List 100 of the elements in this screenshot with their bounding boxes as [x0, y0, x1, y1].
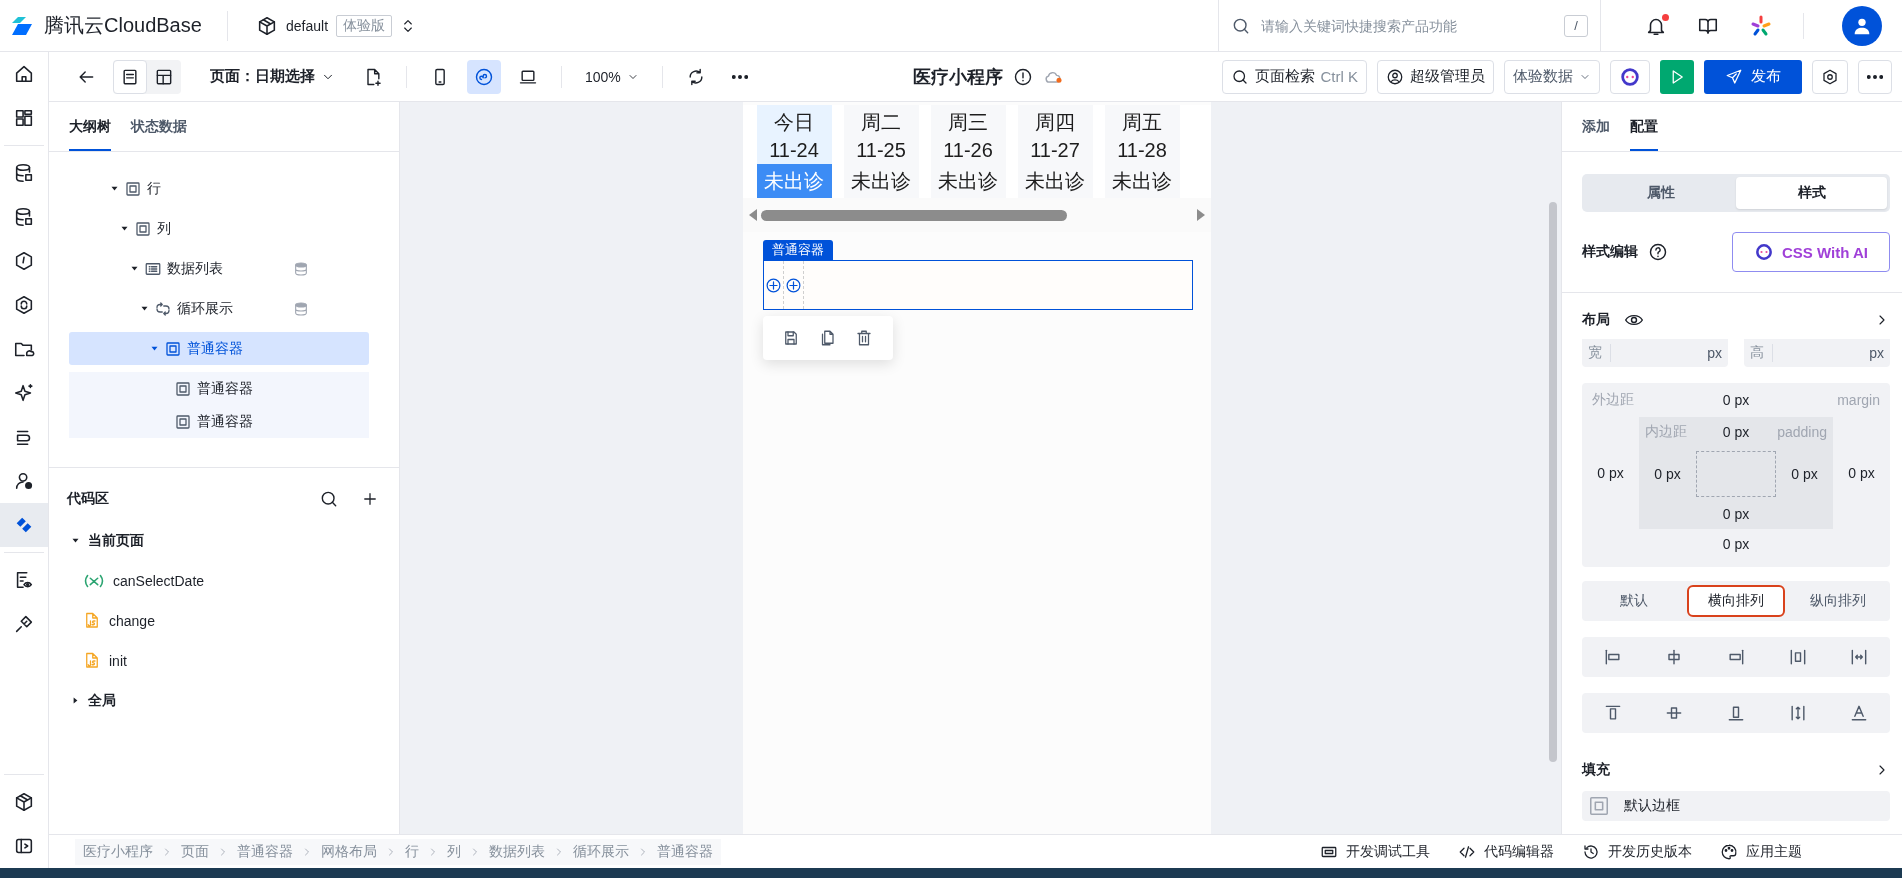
js-file-icon: [83, 610, 101, 631]
page-selector[interactable]: 页面：日期选择: [191, 59, 346, 94]
caret-right-icon: [71, 696, 80, 705]
mode-tab[interactable]: 属性: [1585, 177, 1736, 209]
view-mode-button[interactable]: [113, 59, 147, 94]
box-label: 外边距: [1592, 391, 1635, 409]
border-option[interactable]: 默认边框: [1582, 791, 1890, 821]
value-field[interactable]: 0 px: [1791, 466, 1818, 482]
tree-item[interactable]: 普通容器: [69, 372, 369, 405]
add-circle-icon[interactable]: [764, 276, 782, 294]
date-card[interactable]: 周三 11-26 未出诊: [930, 105, 1006, 198]
box-label: 内边距: [1645, 423, 1688, 441]
value-field[interactable]: 0 px: [1722, 506, 1750, 522]
size-field[interactable]: 宽 px: [1582, 339, 1728, 367]
css-ai-button[interactable]: CSS With AI: [1732, 232, 1890, 272]
scroll-left-icon[interactable]: [748, 209, 757, 221]
arrange-option[interactable]: 纵向排列: [1789, 585, 1886, 617]
grid-icon: [13, 107, 35, 129]
robot-icon: [1754, 242, 1774, 262]
vertical-scrollbar[interactable]: [1549, 202, 1557, 762]
panel-tab[interactable]: 添加: [1582, 118, 1610, 151]
code-item[interactable]: canSelectDate: [67, 564, 379, 597]
code-group[interactable]: 全局: [67, 684, 379, 717]
mini-program-icon: [474, 66, 494, 87]
trash-icon[interactable]: [855, 329, 874, 347]
ai-assistant-button[interactable]: [1610, 59, 1650, 94]
caret-down-icon: [129, 264, 139, 273]
avatar[interactable]: [1842, 5, 1882, 46]
search-icon: [1230, 67, 1249, 86]
add-circle-icon[interactable]: [784, 276, 802, 294]
hexagon-icon: [13, 250, 35, 272]
tree-item[interactable]: 普通容器: [69, 405, 369, 438]
hexagon-icon: [1821, 67, 1839, 86]
container-icon: [174, 379, 192, 398]
section-title: 代码区: [67, 490, 110, 508]
mode-tab[interactable]: 样式: [1736, 177, 1887, 209]
settings-button[interactable]: [1812, 59, 1848, 94]
env-name[interactable]: default: [286, 17, 329, 34]
code-item[interactable]: change: [67, 604, 379, 637]
plus-icon[interactable]: [361, 490, 379, 508]
bottom-tool-button[interactable]: 代码编辑器: [1458, 842, 1554, 861]
panel-tab[interactable]: 大纲树: [69, 118, 111, 151]
role-button[interactable]: 超级管理员: [1377, 59, 1494, 94]
data-source-dropdown[interactable]: 体验数据: [1504, 59, 1600, 94]
publish-button[interactable]: 发布: [1704, 59, 1802, 94]
container-icon: [174, 412, 192, 431]
history-icon: [1582, 842, 1600, 861]
user-icon: [13, 470, 35, 492]
arrange-option[interactable]: 横向排列: [1686, 585, 1786, 617]
bottom-tool-button[interactable]: 应用主题: [1720, 842, 1802, 861]
date-card[interactable]: 今日 11-24 未出诊: [756, 105, 832, 198]
page-search-button[interactable]: 页面检索 Ctrl K: [1221, 59, 1367, 94]
tree-item[interactable]: 循环展示: [69, 292, 369, 325]
app-title: 医疗小程序: [913, 65, 1004, 89]
search-field[interactable]: 请输入关键词快捷搜索产品功能: [1259, 16, 1556, 35]
selected-container[interactable]: [762, 260, 1193, 310]
box-hint: margin: [1836, 392, 1880, 408]
value-field[interactable]: 0 px: [1722, 536, 1750, 552]
colorful-star-icon[interactable]: [1749, 13, 1773, 38]
info-icon[interactable]: [1013, 66, 1034, 87]
database-icon: [13, 206, 35, 228]
cube-icon: [256, 14, 278, 37]
date-card[interactable]: 周五 11-28 未出诊: [1104, 105, 1180, 198]
value-field[interactable]: 0 px: [1848, 465, 1875, 481]
shortcut-key: /: [1564, 14, 1588, 37]
brand-name: 腾讯云CloudBase: [44, 13, 202, 38]
bell-icon[interactable]: [1645, 14, 1667, 37]
value-field[interactable]: 0 px: [1722, 392, 1750, 408]
send-icon: [1725, 67, 1743, 86]
code-item[interactable]: init: [67, 644, 379, 677]
caret-down-icon: [71, 536, 80, 545]
value-field[interactable]: 0 px: [1597, 465, 1624, 481]
align-bottom-icon[interactable]: [1726, 703, 1746, 723]
tree-item[interactable]: 普通容器: [69, 332, 369, 365]
more-button[interactable]: [1858, 59, 1892, 94]
date-card[interactable]: 周四 11-27 未出诊: [1017, 105, 1093, 198]
help-icon[interactable]: [1648, 242, 1668, 262]
scroll-right-icon[interactable]: [1196, 209, 1205, 221]
caret-down-icon: [119, 224, 129, 233]
size-field[interactable]: 高 px: [1744, 339, 1890, 367]
bottom-tool-button[interactable]: 开发调试工具: [1320, 842, 1430, 861]
tree-item[interactable]: 数据列表: [69, 252, 369, 285]
preview-button[interactable]: [1660, 59, 1694, 94]
bottom-tool-button[interactable]: 开发历史版本: [1582, 842, 1692, 861]
container-icon: [124, 179, 142, 198]
date-card[interactable]: 周二 11-25 未出诊: [843, 105, 919, 198]
zoom-selector[interactable]: 100%: [578, 59, 646, 94]
arrange-option[interactable]: 默认: [1586, 585, 1683, 617]
panel-tab[interactable]: 状态数据: [131, 118, 187, 151]
tree-item[interactable]: 行: [69, 172, 369, 205]
device-button[interactable]: [467, 59, 501, 94]
sparkle-icon: [13, 382, 35, 404]
align-right-icon[interactable]: [1726, 647, 1746, 667]
value-field[interactable]: 0 px: [1722, 424, 1750, 440]
tree-item[interactable]: 列: [69, 212, 369, 245]
value-field[interactable]: 0 px: [1654, 466, 1681, 482]
code-group[interactable]: 当前页面: [67, 524, 379, 557]
user-circle-icon: [1386, 67, 1404, 86]
search-icon[interactable]: [319, 489, 339, 509]
panel-tab[interactable]: 配置: [1630, 118, 1658, 151]
